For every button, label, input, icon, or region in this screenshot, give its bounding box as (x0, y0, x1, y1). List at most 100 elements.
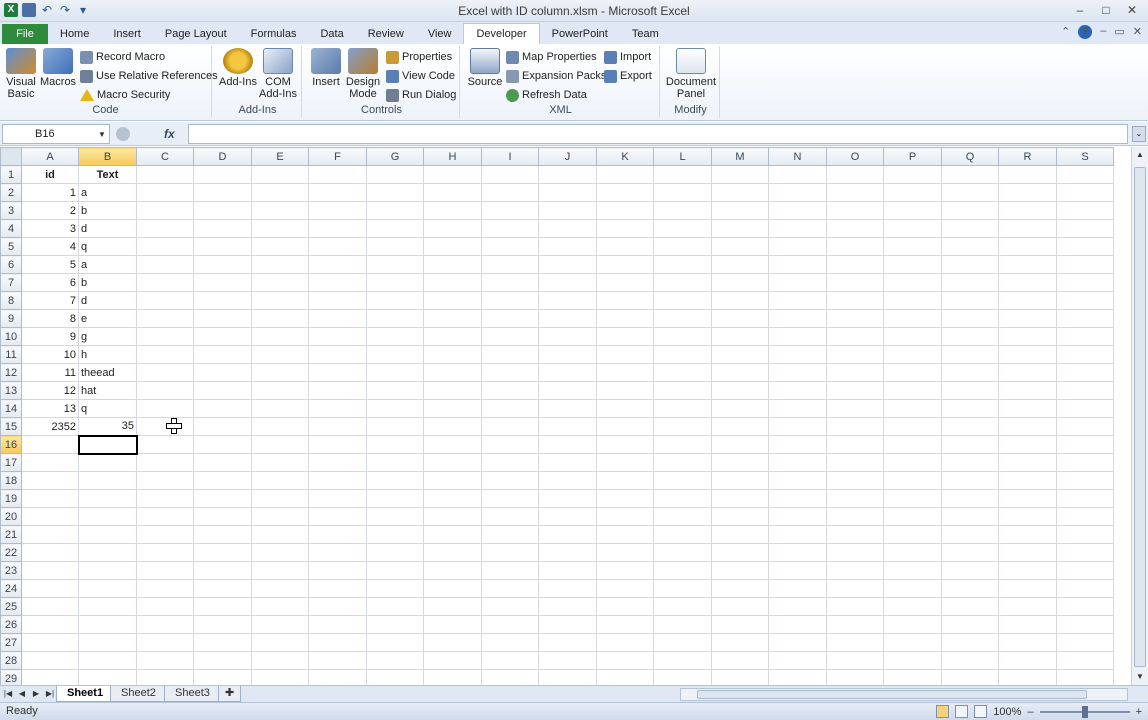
cell-s22[interactable] (1056, 543, 1114, 562)
map-properties-button[interactable]: Map Properties (506, 48, 597, 66)
cell-r10[interactable] (998, 327, 1057, 346)
cell-g16[interactable] (366, 435, 424, 454)
cell-q1[interactable] (941, 165, 999, 184)
cell-p9[interactable] (883, 309, 942, 328)
cell-l8[interactable] (653, 291, 712, 310)
cell-j16[interactable] (538, 435, 597, 454)
column-header-k[interactable]: K (596, 147, 654, 166)
cell-r12[interactable] (998, 363, 1057, 382)
cell-q10[interactable] (941, 327, 999, 346)
cell-b10[interactable]: g (78, 327, 137, 346)
cell-m22[interactable] (711, 543, 769, 562)
cell-q17[interactable] (941, 453, 999, 472)
cell-n5[interactable] (768, 237, 827, 256)
cell-q4[interactable] (941, 219, 999, 238)
cell-d10[interactable] (193, 327, 252, 346)
cell-r29[interactable] (998, 669, 1057, 685)
cell-d9[interactable] (193, 309, 252, 328)
column-header-o[interactable]: O (826, 147, 884, 166)
cell-r18[interactable] (998, 471, 1057, 490)
cell-f19[interactable] (308, 489, 367, 508)
tab-page-layout[interactable]: Page Layout (153, 24, 239, 44)
cell-s13[interactable] (1056, 381, 1114, 400)
cell-p16[interactable] (883, 435, 942, 454)
cell-a20[interactable] (21, 507, 79, 526)
cell-a17[interactable] (21, 453, 79, 472)
cell-i1[interactable] (481, 165, 539, 184)
cell-i23[interactable] (481, 561, 539, 580)
cell-p14[interactable] (883, 399, 942, 418)
cell-s24[interactable] (1056, 579, 1114, 598)
zoom-level[interactable]: 100% (993, 706, 1021, 718)
cell-l2[interactable] (653, 183, 712, 202)
cell-s11[interactable] (1056, 345, 1114, 364)
cell-i12[interactable] (481, 363, 539, 382)
cell-d21[interactable] (193, 525, 252, 544)
row-header[interactable]: 1 (0, 165, 22, 184)
cell-p22[interactable] (883, 543, 942, 562)
column-header-f[interactable]: F (308, 147, 367, 166)
cell-c17[interactable] (136, 453, 194, 472)
cell-m15[interactable] (711, 417, 769, 436)
workbook-close-icon[interactable]: ✕ (1133, 25, 1142, 39)
cell-a14[interactable]: 13 (21, 399, 79, 418)
cell-b22[interactable] (78, 543, 137, 562)
tab-developer[interactable]: Developer (463, 23, 540, 44)
cell-n6[interactable] (768, 255, 827, 274)
zoom-formula-icon[interactable] (116, 127, 130, 141)
cell-f18[interactable] (308, 471, 367, 490)
cell-k23[interactable] (596, 561, 654, 580)
cell-c26[interactable] (136, 615, 194, 634)
name-box[interactable]: B16 (2, 124, 110, 144)
cell-n20[interactable] (768, 507, 827, 526)
cell-s15[interactable] (1056, 417, 1114, 436)
cell-d16[interactable] (193, 435, 252, 454)
tab-review[interactable]: Review (356, 24, 416, 44)
cell-n1[interactable] (768, 165, 827, 184)
cell-r1[interactable] (998, 165, 1057, 184)
cell-m7[interactable] (711, 273, 769, 292)
cell-n22[interactable] (768, 543, 827, 562)
cell-e26[interactable] (251, 615, 309, 634)
cell-o27[interactable] (826, 633, 884, 652)
cell-f8[interactable] (308, 291, 367, 310)
cell-e4[interactable] (251, 219, 309, 238)
cell-i27[interactable] (481, 633, 539, 652)
cell-b8[interactable]: d (78, 291, 137, 310)
cell-o10[interactable] (826, 327, 884, 346)
cell-r25[interactable] (998, 597, 1057, 616)
cell-i4[interactable] (481, 219, 539, 238)
cell-q20[interactable] (941, 507, 999, 526)
cell-g18[interactable] (366, 471, 424, 490)
cell-i21[interactable] (481, 525, 539, 544)
cell-k15[interactable] (596, 417, 654, 436)
cell-q29[interactable] (941, 669, 999, 685)
cell-p25[interactable] (883, 597, 942, 616)
cell-n24[interactable] (768, 579, 827, 598)
row-header[interactable]: 21 (0, 525, 22, 544)
scroll-up-icon[interactable]: ▲ (1133, 147, 1147, 163)
cell-m28[interactable] (711, 651, 769, 670)
cell-g29[interactable] (366, 669, 424, 685)
cell-l19[interactable] (653, 489, 712, 508)
cell-o13[interactable] (826, 381, 884, 400)
cell-c9[interactable] (136, 309, 194, 328)
cell-h25[interactable] (423, 597, 482, 616)
cell-p21[interactable] (883, 525, 942, 544)
cell-s5[interactable] (1056, 237, 1114, 256)
source-button[interactable]: Source (466, 48, 504, 88)
cell-m1[interactable] (711, 165, 769, 184)
cell-j18[interactable] (538, 471, 597, 490)
cell-s23[interactable] (1056, 561, 1114, 580)
cell-a29[interactable] (21, 669, 79, 685)
cell-c10[interactable] (136, 327, 194, 346)
cell-e9[interactable] (251, 309, 309, 328)
cell-p10[interactable] (883, 327, 942, 346)
row-header[interactable]: 13 (0, 381, 22, 400)
cell-d22[interactable] (193, 543, 252, 562)
cell-k27[interactable] (596, 633, 654, 652)
cell-c8[interactable] (136, 291, 194, 310)
cell-k19[interactable] (596, 489, 654, 508)
cell-h26[interactable] (423, 615, 482, 634)
tab-formulas[interactable]: Formulas (239, 24, 309, 44)
